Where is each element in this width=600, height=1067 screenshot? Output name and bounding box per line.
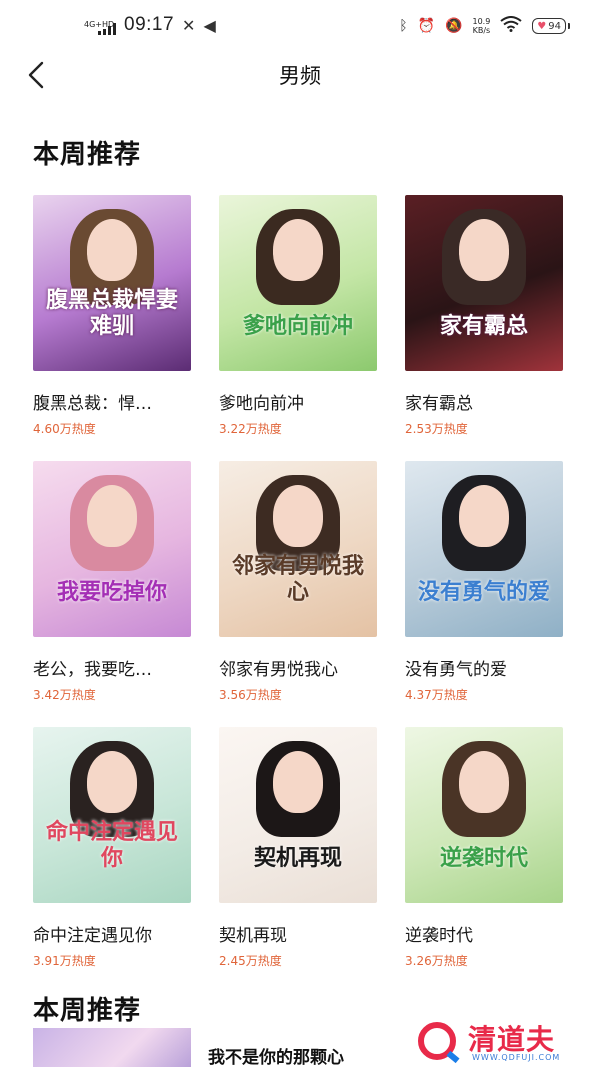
cover-face: [459, 751, 509, 813]
speed-value: 10.9: [472, 17, 491, 26]
book-title[interactable]: 逆袭时代: [405, 921, 563, 946]
book-cover[interactable]: 没有勇气的爱: [405, 461, 563, 637]
cover-title: 家有霸总: [439, 313, 528, 339]
cover-face: [87, 751, 137, 813]
cover-face: [87, 485, 137, 547]
status-left: 4G+HD 09:17 ✕ ◀: [84, 14, 216, 36]
speed-unit: KB/s: [472, 26, 491, 35]
cover-title: 我要吃掉你: [56, 579, 167, 605]
book-heat: 3.26万热度: [405, 954, 468, 968]
book-heat: 2.45万热度: [219, 954, 282, 968]
section-title-weekly: 本周推荐: [33, 140, 142, 170]
watermark-name: 清道夫: [468, 1023, 556, 1056]
book-title[interactable]: 家有霸总: [405, 389, 563, 414]
book-title[interactable]: 没有勇气的爱: [405, 655, 563, 680]
book-grid: 腹黑总裁悍妻难驯 腹黑总裁：悍… 4.60万热度 爹吔向前冲 爹吔向前冲 3.2…: [33, 195, 573, 968]
signal-icon: [98, 23, 116, 35]
section-title-weekly-2: 本周推荐: [33, 996, 142, 1026]
book-card[interactable]: 腹黑总裁悍妻难驯 腹黑总裁：悍… 4.60万热度: [33, 195, 191, 436]
book-card[interactable]: 我要吃掉你 老公，我要吃… 3.42万热度: [33, 461, 191, 702]
book-title[interactable]: 腹黑总裁：悍…: [33, 389, 191, 414]
book-title[interactable]: 老公，我要吃…: [33, 655, 191, 680]
book-heat: 4.37万热度: [405, 688, 468, 702]
cover-title: 邻家有男悦我心: [231, 553, 364, 605]
book-cover[interactable]: 契机再现: [219, 727, 377, 903]
book-heat: 3.22万热度: [219, 422, 282, 436]
book-title[interactable]: 契机再现: [219, 921, 377, 946]
tools-icon: ✕: [182, 15, 196, 35]
network-speed: 10.9 KB/s: [472, 17, 490, 35]
book-card[interactable]: 契机再现 契机再现 2.45万热度: [219, 727, 377, 968]
cover-face: [273, 219, 323, 281]
cover-face: [459, 485, 509, 547]
cover-face: [273, 485, 323, 547]
cover-face: [87, 219, 137, 281]
book-heat: 2.53万热度: [405, 422, 468, 436]
battery-indicator: ♥ 94: [532, 18, 566, 34]
book-cover[interactable]: 爹吔向前冲: [219, 195, 377, 371]
cover-title: 爹吔向前冲: [242, 313, 353, 339]
book-card[interactable]: 逆袭时代 逆袭时代 3.26万热度: [405, 727, 563, 968]
page-title: 男频: [279, 64, 321, 88]
book-cover[interactable]: 命中注定遇见你: [33, 727, 191, 903]
book-cover[interactable]: 家有霸总: [405, 195, 563, 371]
cover-face: [459, 219, 509, 281]
wifi-icon: [500, 16, 522, 36]
status-right: ᛒ ⏰ 🔕 10.9 KB/s ♥ 94: [399, 16, 570, 36]
status-time: 09:17: [124, 14, 175, 35]
book-card[interactable]: 邻家有男悦我心 邻家有男悦我心 3.56万热度: [219, 461, 377, 702]
watermark-url: WWW.QDFUJI.COM: [472, 1053, 561, 1062]
cover-title: 没有勇气的爱: [417, 579, 550, 605]
peek-book-cover[interactable]: [33, 1028, 191, 1067]
alarm-icon: ⏰: [417, 18, 436, 34]
battery-tip: [568, 23, 570, 29]
peek-book-title[interactable]: 我不是你的那颗心: [208, 1043, 344, 1067]
book-card[interactable]: 爹吔向前冲 爹吔向前冲 3.22万热度: [219, 195, 377, 436]
book-heat: 3.56万热度: [219, 688, 282, 702]
mute-icon: ◀: [203, 15, 216, 35]
nav-header: 男频: [0, 52, 600, 98]
book-heat: 3.42万热度: [33, 688, 96, 702]
book-card[interactable]: 家有霸总 家有霸总 2.53万热度: [405, 195, 563, 436]
cover-title: 契机再现: [253, 845, 342, 871]
book-card[interactable]: 命中注定遇见你 命中注定遇见你 3.91万热度: [33, 727, 191, 968]
bluetooth-icon: ᛒ: [399, 18, 408, 34]
book-title[interactable]: 爹吔向前冲: [219, 389, 377, 414]
cover-title: 腹黑总裁悍妻难驯: [45, 287, 178, 339]
cover-face: [273, 751, 323, 813]
cover-title: 逆袭时代: [439, 845, 528, 871]
cover-title: 命中注定遇见你: [45, 819, 178, 871]
heart-icon: ♥: [537, 20, 547, 32]
watermark-q-icon: [418, 1022, 456, 1060]
watermark-logo: 清道夫 WWW.QDFUJI.COM: [412, 1018, 582, 1066]
status-bar: 4G+HD 09:17 ✕ ◀ ᛒ ⏰ 🔕 10.9 KB/s ♥ 94: [0, 0, 600, 52]
book-heat: 4.60万热度: [33, 422, 96, 436]
book-heat: 3.91万热度: [33, 954, 96, 968]
book-title[interactable]: 命中注定遇见你: [33, 921, 191, 946]
book-cover[interactable]: 邻家有男悦我心: [219, 461, 377, 637]
battery-level: 94: [548, 20, 561, 32]
book-cover[interactable]: 腹黑总裁悍妻难驯: [33, 195, 191, 371]
book-title[interactable]: 邻家有男悦我心: [219, 655, 377, 680]
book-card[interactable]: 没有勇气的爱 没有勇气的爱 4.37万热度: [405, 461, 563, 702]
book-cover[interactable]: 逆袭时代: [405, 727, 563, 903]
no-notify-icon: 🔕: [445, 18, 463, 34]
book-cover[interactable]: 我要吃掉你: [33, 461, 191, 637]
